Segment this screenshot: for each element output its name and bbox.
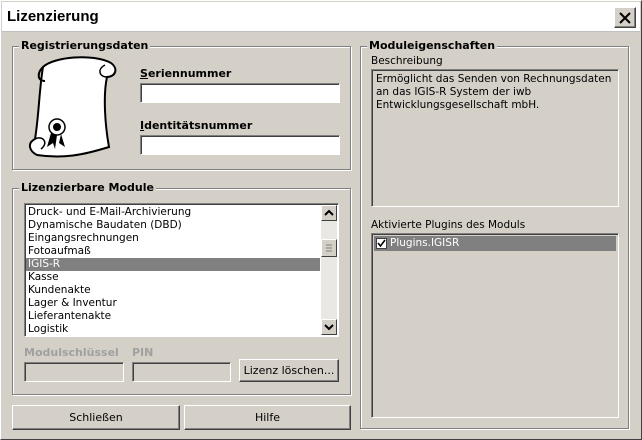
module-list-item[interactable]: Kundenakte bbox=[26, 284, 320, 297]
modules-group: Lizenzierbare Module Druck- und E-Mail-A… bbox=[12, 181, 351, 395]
plugins-list[interactable]: Plugins.IGISR bbox=[371, 233, 619, 418]
module-list-item[interactable]: Lager & Inventur bbox=[26, 297, 320, 310]
description-box: Ermöglicht das Senden von Rechnungsdaten… bbox=[371, 69, 619, 207]
serial-number-input[interactable] bbox=[140, 83, 340, 103]
module-list-item[interactable]: Eingangsrechnungen bbox=[26, 232, 320, 245]
modules-group-label: Lizenzierbare Module bbox=[19, 181, 156, 194]
plugin-list-item[interactable]: Plugins.IGISR bbox=[374, 236, 616, 251]
pin-input[interactable] bbox=[132, 362, 231, 382]
arrow-up-icon bbox=[324, 209, 334, 216]
scroll-thumb[interactable] bbox=[321, 239, 337, 257]
arrow-down-icon bbox=[324, 324, 334, 331]
properties-group: Moduleigenschaften Beschreibung Ermöglic… bbox=[360, 39, 629, 429]
serial-number-label-accel: S bbox=[140, 67, 148, 80]
identity-number-label-text: dentitätsnummer bbox=[144, 119, 253, 132]
modules-list-items: Druck- und E-Mail-Archivierung Dynamische… bbox=[26, 206, 320, 336]
delete-license-label: Lizenz löschen... bbox=[243, 364, 335, 377]
close-button[interactable]: Schließen bbox=[12, 405, 180, 430]
modules-scrollbar[interactable] bbox=[321, 205, 337, 335]
identity-number-label: Identitätsnummer bbox=[140, 119, 252, 132]
scroll-down-button[interactable] bbox=[321, 319, 337, 335]
close-button-label: Schließen bbox=[69, 411, 123, 424]
plugin-checkbox[interactable] bbox=[376, 237, 387, 249]
registration-group-label: Registrierungsdaten bbox=[19, 39, 151, 52]
title-bar: Lizenzierung bbox=[2, 2, 640, 32]
window-title: Lizenzierung bbox=[7, 8, 99, 25]
description-label: Beschreibung bbox=[371, 55, 443, 67]
close-window-button[interactable] bbox=[614, 7, 636, 28]
properties-group-label: Moduleigenschaften bbox=[367, 39, 498, 52]
module-key-input[interactable] bbox=[24, 362, 124, 382]
registration-group: Registrierungsdaten Seriennummer Identit… bbox=[12, 39, 351, 170]
grip-icon bbox=[326, 244, 332, 252]
certificate-scroll-icon bbox=[29, 56, 117, 158]
module-list-item[interactable]: Lieferantenakte bbox=[26, 310, 320, 323]
scroll-up-button[interactable] bbox=[321, 205, 337, 221]
plugins-label: Aktivierte Plugins des Moduls bbox=[371, 219, 526, 231]
module-list-item[interactable]: Logistik bbox=[26, 323, 320, 336]
serial-number-label-text: eriennummer bbox=[147, 67, 232, 80]
pin-label: PIN bbox=[132, 346, 154, 359]
close-icon bbox=[619, 12, 631, 24]
description-text: Ermöglicht das Senden von Rechnungsdaten… bbox=[376, 73, 612, 111]
module-list-item[interactable]: IGIS-R bbox=[26, 258, 320, 271]
plugin-label: Plugins.IGISR bbox=[390, 237, 460, 249]
help-button[interactable]: Hilfe bbox=[184, 405, 351, 430]
identity-number-input[interactable] bbox=[140, 135, 340, 155]
module-key-label: Modulschlüssel bbox=[24, 346, 119, 359]
serial-number-label: Seriennummer bbox=[140, 67, 231, 80]
delete-license-button[interactable]: Lizenz löschen... bbox=[239, 359, 339, 382]
plugins-list-items: Plugins.IGISR bbox=[374, 236, 616, 251]
module-list-item[interactable]: Fotoaufmaß bbox=[26, 245, 320, 258]
modules-list[interactable]: Druck- und E-Mail-Archivierung Dynamische… bbox=[24, 203, 339, 337]
help-button-label: Hilfe bbox=[254, 411, 281, 424]
module-list-item[interactable]: Dynamische Baudaten (DBD) bbox=[26, 219, 320, 232]
module-list-item[interactable]: Kasse bbox=[26, 271, 320, 284]
checkmark-icon bbox=[377, 239, 386, 247]
license-dialog: Lizenzierung Registrierungsdaten Serienn… bbox=[0, 0, 642, 440]
module-list-item[interactable]: Druck- und E-Mail-Archivierung bbox=[26, 206, 320, 219]
